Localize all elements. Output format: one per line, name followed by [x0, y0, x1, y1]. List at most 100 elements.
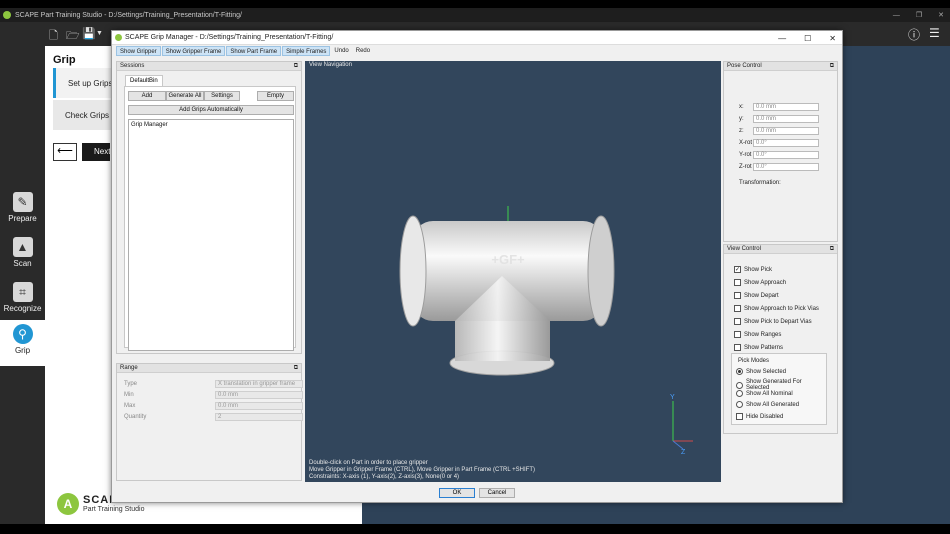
show-gripper-toggle[interactable]: Show Gripper: [116, 46, 161, 56]
range-max-row: Max 0.0 mm: [122, 402, 303, 411]
minimize-icon[interactable]: —: [893, 12, 900, 19]
pose-yrot-label: Y-rot: [739, 152, 752, 158]
dialog-toolbar: Show Gripper Show Gripper Frame Show Par…: [116, 46, 373, 56]
pose-xrot-spinner[interactable]: 0.0°: [753, 139, 819, 147]
checkbox-label: Show Pick: [744, 266, 773, 273]
undock-icon[interactable]: ⧉: [294, 62, 298, 71]
open-folder-icon[interactable]: 🗁: [66, 27, 80, 46]
maximize-icon[interactable]: ❐: [916, 11, 922, 19]
show-depart-checkbox[interactable]: Show Depart: [734, 292, 779, 299]
pose-yrot-spinner[interactable]: 0.0°: [753, 151, 819, 159]
redo-button[interactable]: Redo: [353, 46, 373, 56]
scan-icon: ▲: [12, 237, 33, 257]
checkbox-icon: [734, 331, 741, 338]
checkbox-icon: [736, 413, 743, 420]
part-logo: +GF+: [491, 252, 525, 267]
undock-icon[interactable]: ⧉: [830, 62, 834, 71]
range-quantity-spinner[interactable]: 2: [215, 413, 303, 421]
pose-zrot-spinner[interactable]: 0.0°: [753, 163, 819, 171]
tab-defaultbin[interactable]: DefaultBin: [125, 75, 163, 86]
rail-item-grip[interactable]: ⚲ Grip: [0, 320, 45, 366]
field-label: Min: [124, 392, 134, 398]
checkbox-icon: [734, 279, 741, 286]
checkbox-label: Show Pick to Depart Vias: [744, 318, 812, 325]
hide-disabled-checkbox[interactable]: Hide Disabled: [736, 413, 783, 420]
show-all-generated-radio[interactable]: Show All Generated: [736, 401, 799, 408]
checkbox-label: Show Patterns: [744, 344, 784, 351]
show-selected-radio[interactable]: Show Selected: [736, 368, 786, 375]
panel-title: Grip: [53, 54, 76, 66]
show-part-frame-toggle[interactable]: Show Part Frame: [226, 46, 282, 56]
rail-item-recognize[interactable]: ⌗ Recognize: [0, 278, 45, 322]
back-button[interactable]: ⟵: [53, 143, 77, 161]
dialog-close-icon[interactable]: ✕: [829, 34, 836, 43]
checkbox-icon: [734, 305, 741, 312]
pose-z-label: z:: [739, 128, 744, 134]
close-icon[interactable]: ✕: [938, 11, 944, 19]
rail-item-scan[interactable]: ▲ Scan: [0, 233, 45, 277]
dialog-minimize-icon[interactable]: —: [778, 34, 786, 43]
pose-y-spinner[interactable]: 0.0 mm: [753, 115, 819, 123]
view-hint-line: Double-click on Part in order to place g…: [309, 460, 428, 466]
range-min-spinner[interactable]: 0.0 mm: [215, 391, 303, 399]
undo-button[interactable]: Undo: [331, 46, 351, 56]
t-fitting-model[interactable]: +GF+ Y Z: [305, 61, 721, 482]
checkbox-icon: [734, 344, 741, 351]
check-grips-button[interactable]: Check Grips: [53, 100, 113, 130]
screen: SCAPE Part Training Studio - D:/Settings…: [0, 0, 950, 534]
range-max-spinner[interactable]: 0.0 mm: [215, 402, 303, 410]
rail-label: Recognize: [3, 304, 42, 313]
show-approach-checkbox[interactable]: Show Approach: [734, 279, 786, 286]
show-ranges-checkbox[interactable]: Show Ranges: [734, 331, 781, 338]
pose-z-spinner[interactable]: 0.0 mm: [753, 127, 819, 135]
add-button[interactable]: Add: [128, 91, 166, 101]
radio-label: Show All Generated: [746, 401, 800, 408]
radio-selected-icon: [736, 368, 743, 375]
range-header: Range ⧉: [117, 364, 301, 373]
next-button[interactable]: Next: [82, 143, 110, 161]
show-patterns-checkbox[interactable]: Show Patterns: [734, 344, 783, 351]
dialog-maximize-icon[interactable]: ☐: [804, 34, 811, 43]
new-file-icon[interactable]: 🗋: [49, 27, 58, 46]
show-pick-checkbox[interactable]: ✓ Show Pick: [734, 266, 772, 273]
menu-icon[interactable]: ☰: [929, 26, 940, 40]
setup-grips-button[interactable]: Set up Grips: [53, 68, 113, 98]
range-type-select[interactable]: X translation in gripper frame: [215, 380, 303, 388]
pose-control-title: Pose Control: [727, 63, 762, 69]
save-icon[interactable]: 💾: [82, 27, 96, 40]
grip-list[interactable]: Grip Manager: [128, 119, 294, 351]
chevron-down-icon[interactable]: ▼: [96, 30, 103, 37]
generate-all-button[interactable]: Generate All: [166, 91, 204, 101]
settings-button[interactable]: Settings: [204, 91, 240, 101]
pose-x-spinner[interactable]: 0.0 mm: [753, 103, 819, 111]
empty-button[interactable]: Empty: [257, 91, 294, 101]
add-grips-automatically-button[interactable]: Add Grips Automatically: [128, 105, 294, 115]
undock-icon[interactable]: ⧉: [294, 364, 298, 373]
z-axis-line: [672, 440, 684, 450]
3d-viewport[interactable]: View Navigation +GF+ Y Z Double-click on…: [305, 61, 721, 482]
pick-modes-title: Pick Modes: [738, 358, 770, 364]
pick-modes-group: Pick Modes Show Selected Show Generated …: [731, 353, 827, 425]
scape-logo-icon: A: [57, 493, 79, 515]
pose-x-label: x:: [739, 104, 744, 110]
range-title: Range: [120, 365, 138, 371]
checkbox-icon: [734, 292, 741, 299]
axis-z-label: Z: [681, 449, 686, 456]
show-pick-to-depart-vias-checkbox[interactable]: Show Pick to Depart Vias: [734, 318, 812, 325]
rail-item-prepare[interactable]: ✎ Prepare: [0, 188, 45, 232]
info-icon[interactable]: ⓘ: [908, 26, 920, 43]
dialog-titlebar: SCAPE Grip Manager - D:/Settings/Trainin…: [112, 31, 842, 45]
cancel-button[interactable]: Cancel: [479, 488, 515, 498]
ok-button[interactable]: OK: [439, 488, 475, 498]
undock-icon[interactable]: ⧉: [830, 245, 834, 254]
show-approach-to-pick-vias-checkbox[interactable]: Show Approach to Pick Vias: [734, 305, 819, 312]
radio-label: Show All Nominal: [746, 390, 793, 397]
grip-manager-dialog: SCAPE Grip Manager - D:/Settings/Trainin…: [111, 30, 843, 503]
list-item[interactable]: Grip Manager: [131, 122, 291, 128]
pose-zrot-label: Z-rot: [739, 164, 752, 170]
radio-icon: [736, 381, 743, 389]
show-all-nominal-radio[interactable]: Show All Nominal: [736, 390, 793, 397]
show-gripper-frame-toggle[interactable]: Show Gripper Frame: [161, 46, 226, 56]
simple-frames-toggle[interactable]: Simple Frames: [282, 46, 331, 56]
range-type-row: Type X translation in gripper frame: [122, 380, 303, 389]
